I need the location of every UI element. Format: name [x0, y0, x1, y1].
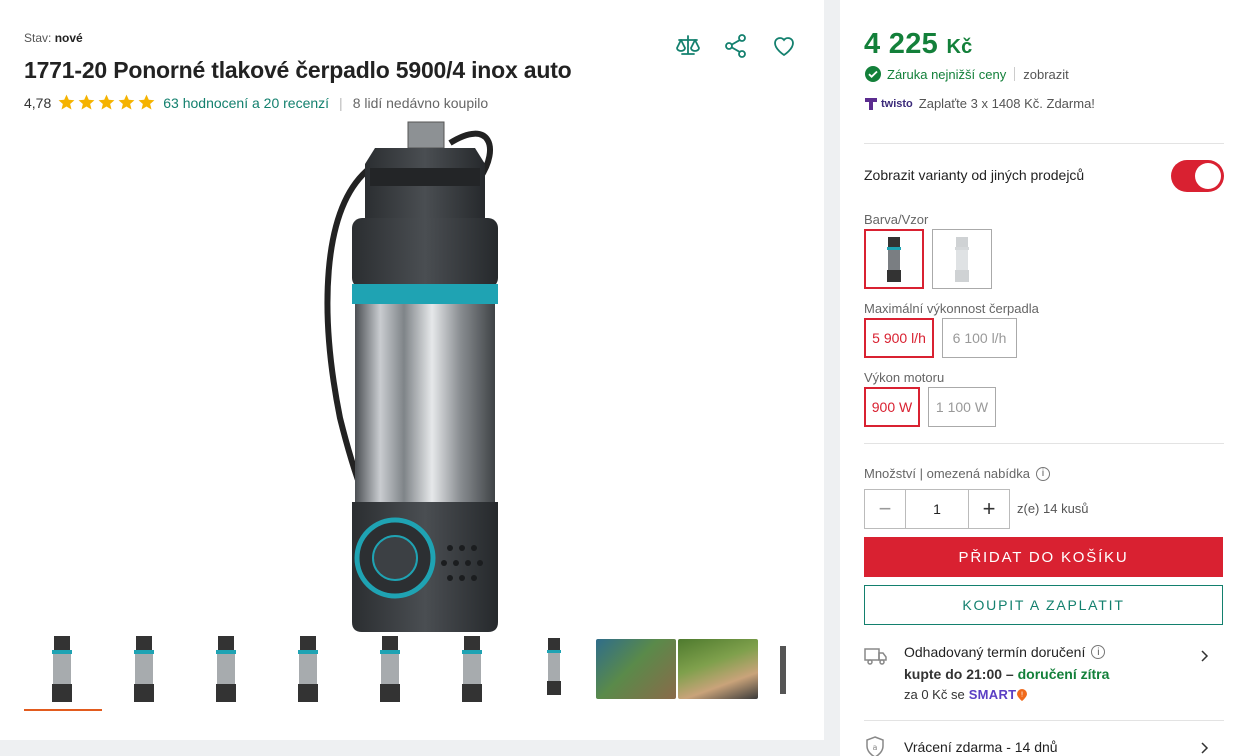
heart-icon[interactable] [770, 32, 798, 60]
twisto-text: Zaplaťte 3 x 1408 Kč. Zdarma! [918, 96, 1095, 111]
purchase-panel: 4 225 Kč Záruka nejnižší ceny zobrazit t… [840, 0, 1249, 756]
thumbnail[interactable] [268, 633, 348, 705]
color-swatch-grey[interactable] [932, 229, 992, 289]
info-icon[interactable]: i [1091, 645, 1106, 659]
buy-now-button[interactable]: KOUPIT A ZAPLATIT [864, 585, 1223, 625]
twisto-logo-icon [865, 97, 877, 110]
rating-row: 4,78 63 hodnocení a 20 recenzí | 8 lidí … [24, 93, 488, 112]
price-value: 4 225 [864, 28, 939, 60]
divider [1014, 67, 1016, 81]
thumbnail[interactable] [760, 633, 804, 705]
truck-icon [864, 648, 887, 665]
condition-value: nové [54, 31, 83, 45]
star-icon [78, 94, 95, 110]
twisto-offer: twisto Zaplaťte 3 x 1408 Kč. Zdarma! [864, 96, 1095, 111]
quantity-label-row: Množství | omezená nabídka i [864, 466, 1050, 481]
stock-note: z(e) 14 kusů [1017, 501, 1089, 516]
capacity-option-label: Maximální výkonnost čerpadla [864, 301, 1039, 316]
guarantee-show-link[interactable]: zobrazit [1023, 67, 1069, 82]
delivery-title-row: Odhadovaný termín doručení i [904, 644, 1106, 660]
smart-program-name: SMART [968, 687, 1017, 702]
color-swatch-black[interactable] [864, 229, 924, 289]
quantity-decrease-button[interactable]: − [865, 490, 905, 528]
shield-icon: a [866, 736, 884, 756]
smart-logo-icon: ! [1017, 688, 1028, 701]
condition-label: Stav: [24, 31, 52, 45]
delivery-cost-text: za 0 Kč se [904, 687, 965, 702]
capacity-option-5900[interactable]: 5 900 l/h [864, 318, 934, 358]
badge-check-icon [865, 66, 881, 82]
thumbnail[interactable] [22, 633, 102, 711]
delivery-order-by: kupte do 21:00 – [904, 666, 1014, 682]
star-icon [118, 94, 135, 110]
returns-text: Vrácení zdarma - 14 dnů [904, 739, 1058, 755]
star-icon [138, 94, 155, 110]
twisto-brand: twisto [881, 97, 913, 110]
delivery-info[interactable]: Odhadovaný termín doručení i kupte do 21… [864, 642, 1224, 704]
reviews-link[interactable]: 63 hodnocení a 20 recenzí [163, 95, 329, 111]
quantity-stepper: − 1 + [864, 489, 1010, 529]
product-title: 1771-20 Ponorné tlakové čerpadlo 5900/4 … [24, 57, 572, 83]
capacity-option-6100[interactable]: 6 100 l/h [942, 318, 1017, 358]
thumbnail[interactable] [596, 633, 676, 705]
chevron-right-icon [1201, 742, 1209, 754]
thumbnail[interactable] [186, 633, 266, 705]
condition-row: Stav: nové [24, 31, 83, 45]
price-currency: Kč [946, 36, 973, 58]
product-gallery-panel: Stav: nové 1771-20 Ponorné tlakové čerpa… [0, 0, 824, 740]
add-to-cart-button[interactable]: PŘIDAT DO KOŠÍKU [864, 537, 1223, 577]
star-rating [57, 93, 157, 112]
share-icon[interactable] [722, 32, 750, 60]
star-icon [58, 94, 75, 110]
chevron-right-icon [1201, 650, 1209, 662]
thumbnail[interactable] [514, 633, 594, 705]
svg-text:!: ! [1021, 690, 1024, 698]
price: 4 225 Kč [864, 28, 973, 61]
recent-buyers: 8 lidí nedávno koupilo [352, 94, 489, 111]
svg-text:a: a [873, 743, 878, 752]
delivery-deadline: kupte do 21:00 – doručení zítra [904, 666, 1109, 682]
color-option-label: Barva/Vzor [864, 212, 929, 227]
star-icon [98, 94, 115, 110]
thumbnail[interactable] [350, 633, 430, 705]
delivery-cost: za 0 Kč se SMART ! [904, 687, 1028, 702]
quantity-input[interactable]: 1 [905, 490, 969, 528]
rating-value: 4,78 [24, 94, 52, 111]
scales-icon[interactable] [674, 32, 702, 60]
thumbnail[interactable] [104, 633, 184, 705]
other-sellers-label: Zobrazit varianty od jiných prodejců [864, 167, 1085, 183]
delivery-title: Odhadovaný termín doručení [904, 644, 1086, 660]
divider: | [339, 94, 343, 111]
info-icon[interactable]: i [1035, 466, 1050, 481]
product-main-image[interactable] [300, 118, 540, 638]
returns-info[interactable]: a Vrácení zdarma - 14 dnů [864, 734, 1224, 756]
thumbnail-strip [22, 633, 804, 713]
quantity-increase-button[interactable]: + [969, 490, 1009, 528]
thumbnail[interactable] [678, 633, 758, 705]
other-sellers-toggle[interactable] [1171, 160, 1224, 192]
divider [864, 720, 1224, 721]
power-option-1100[interactable]: 1 100 W [928, 387, 996, 427]
quantity-label: Množství | omezená nabídka [864, 466, 1030, 481]
thumbnail[interactable] [432, 633, 512, 705]
product-actions [674, 32, 798, 60]
divider [864, 443, 1224, 444]
power-option-label: Výkon motoru [864, 370, 945, 385]
delivery-when: doručení zítra [1017, 666, 1110, 682]
power-option-900[interactable]: 900 W [864, 387, 920, 427]
guarantee-text: Záruka nejnižší ceny [887, 66, 1007, 82]
price-guarantee: Záruka nejnižší ceny zobrazit [864, 65, 1069, 83]
divider [864, 143, 1224, 144]
